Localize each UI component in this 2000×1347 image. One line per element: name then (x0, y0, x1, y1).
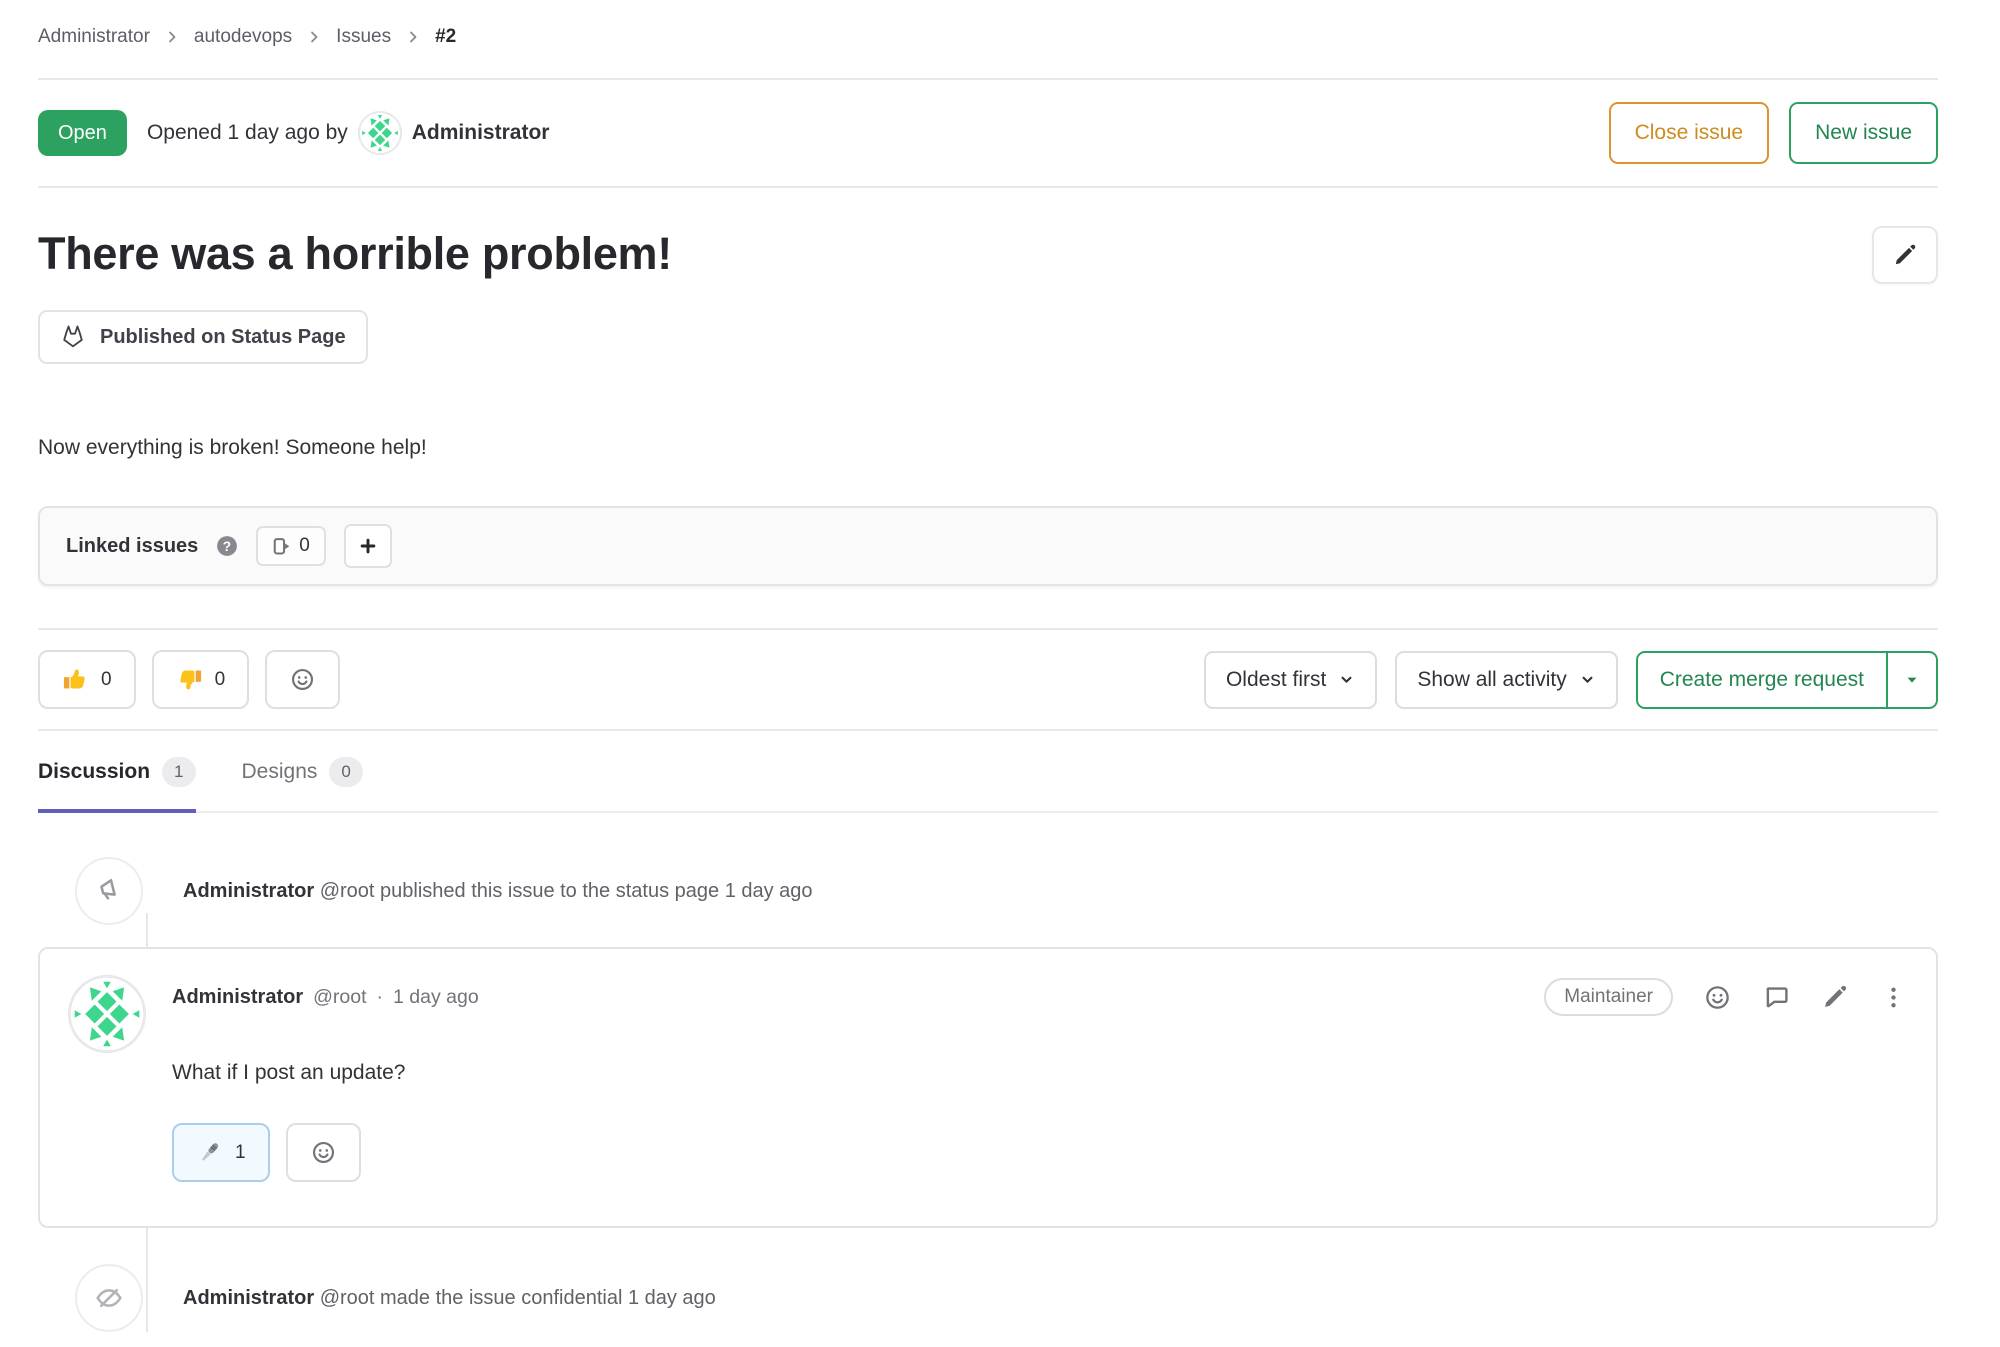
help-icon[interactable] (216, 535, 238, 557)
microphone-award-button[interactable]: 1 (172, 1123, 270, 1182)
thumbs-up-button[interactable]: 0 (38, 650, 136, 709)
chevron-right-icon (306, 29, 322, 45)
linked-issues-count: 0 (299, 535, 310, 557)
comment-timestamp[interactable]: 1 day ago (393, 986, 479, 1009)
comment-meta: Administrator @root · 1 day ago (172, 986, 479, 1009)
thumbs-up-icon (62, 666, 89, 693)
discussion-tabs: Discussion 1 Designs 0 (38, 731, 1938, 813)
award-controls-bar: 0 0 Oldest first Show all activity Creat… (38, 628, 1938, 731)
new-issue-button[interactable]: New issue (1789, 102, 1938, 164)
tab-discussion[interactable]: Discussion 1 (38, 757, 196, 813)
megaphone-icon (75, 857, 143, 925)
system-note: Administrator @root published this issue… (38, 857, 1938, 925)
smiley-icon (289, 666, 316, 693)
comment-body: What if I post an update? (172, 1059, 1908, 1087)
close-issue-button[interactable]: Close issue (1609, 102, 1770, 164)
system-note: Administrator @root made the issue confi… (38, 1264, 1938, 1332)
create-merge-request-split-button: Create merge request (1636, 651, 1938, 709)
thumbs-down-count: 0 (215, 669, 226, 691)
activity-filter-label: Show all activity (1417, 668, 1566, 692)
chevron-right-icon (164, 29, 180, 45)
microphone-emoji (196, 1139, 223, 1166)
sort-dropdown-label: Oldest first (1226, 668, 1326, 692)
chevron-down-icon (1338, 671, 1355, 688)
plus-icon (359, 537, 377, 555)
breadcrumb-current-issue-number: #2 (435, 26, 456, 48)
thumbs-down-icon (176, 666, 203, 693)
issue-status-bar: Open Opened 1 day ago by Administrator C… (38, 80, 1938, 186)
issue-description: Now everything is broken! Someone help! (38, 434, 1938, 462)
opened-text: Opened 1 day ago by (147, 121, 348, 145)
activity-filter-dropdown[interactable]: Show all activity (1395, 651, 1617, 709)
linked-issues-card: Linked issues 0 (38, 506, 1938, 586)
comment-avatar[interactable] (68, 975, 146, 1053)
edit-comment-button[interactable] (1821, 983, 1849, 1011)
tab-discussion-label: Discussion (38, 760, 150, 784)
comment-bubble-icon (1762, 983, 1791, 1012)
add-comment-reaction-button[interactable] (1703, 983, 1732, 1012)
author-avatar[interactable] (358, 111, 402, 155)
issue-type-icon (272, 537, 291, 556)
tab-discussion-count: 1 (162, 757, 195, 787)
breadcrumb: Administrator autodevops Issues #2 (38, 0, 1938, 78)
pencil-icon (1892, 242, 1918, 268)
maintainer-badge: Maintainer (1544, 978, 1673, 1016)
comment-author[interactable]: Administrator (172, 986, 303, 1009)
note-time[interactable]: 1 day ago (628, 1287, 716, 1309)
edit-title-button[interactable] (1872, 226, 1938, 284)
smiley-icon (310, 1139, 337, 1166)
sort-dropdown[interactable]: Oldest first (1204, 651, 1377, 709)
create-merge-request-button[interactable]: Create merge request (1638, 653, 1888, 707)
more-actions-button[interactable] (1879, 983, 1908, 1012)
eye-slash-icon (75, 1264, 143, 1332)
tab-designs-label: Designs (242, 760, 318, 784)
note-body: @root made the issue confidential (320, 1287, 623, 1309)
add-linked-issue-button[interactable] (344, 524, 392, 568)
opened-meta: Opened 1 day ago by Administrator (147, 111, 550, 155)
add-comment-award-button[interactable] (286, 1123, 361, 1182)
page-title: There was a horrible problem! (38, 226, 672, 282)
note-time[interactable]: 1 day ago (725, 880, 813, 902)
thumbs-down-button[interactable]: 0 (152, 650, 250, 709)
breadcrumb-item-issues[interactable]: Issues (336, 26, 391, 48)
note-text: Administrator @root published this issue… (183, 880, 813, 903)
chevron-right-icon (405, 29, 421, 45)
status-badge: Open (38, 110, 127, 156)
add-reaction-button[interactable] (265, 650, 340, 709)
title-row: There was a horrible problem! (38, 226, 1938, 284)
caret-down-icon (1904, 672, 1920, 688)
note-author[interactable]: Administrator (183, 880, 314, 902)
tab-designs-count: 0 (329, 757, 362, 787)
tanuki-icon (60, 324, 86, 350)
tab-designs[interactable]: Designs 0 (242, 757, 363, 813)
divider (38, 186, 1938, 188)
note-text: Administrator @root made the issue confi… (183, 1287, 716, 1310)
linked-issues-title: Linked issues (66, 535, 198, 558)
thumbs-up-count: 0 (101, 669, 112, 691)
author-name[interactable]: Administrator (412, 121, 550, 145)
note-author[interactable]: Administrator (183, 1287, 314, 1309)
discussion-feed: Administrator @root published this issue… (38, 857, 1938, 1332)
smiley-icon (1703, 983, 1732, 1012)
status-page-badge[interactable]: Published on Status Page (38, 310, 368, 364)
breadcrumb-item-group[interactable]: Administrator (38, 26, 150, 48)
microphone-award-count: 1 (235, 1142, 246, 1164)
pencil-icon (1821, 983, 1849, 1011)
comment-handle[interactable]: @root (313, 986, 366, 1009)
breadcrumb-item-project[interactable]: autodevops (194, 26, 292, 48)
reply-in-thread-button[interactable] (1762, 983, 1791, 1012)
status-page-badge-label: Published on Status Page (100, 326, 346, 349)
meta-dot: · (377, 986, 384, 1009)
create-merge-request-dropdown-toggle[interactable] (1888, 653, 1936, 707)
note-body: @root published this issue to the status… (320, 880, 719, 902)
kebab-icon (1879, 983, 1908, 1012)
chevron-down-icon (1579, 671, 1596, 688)
issue-page: Administrator autodevops Issues #2 Open … (0, 0, 1998, 1332)
linked-issues-count-badge: 0 (256, 526, 326, 566)
comment-card: Administrator @root · 1 day ago Maintain… (38, 947, 1938, 1228)
